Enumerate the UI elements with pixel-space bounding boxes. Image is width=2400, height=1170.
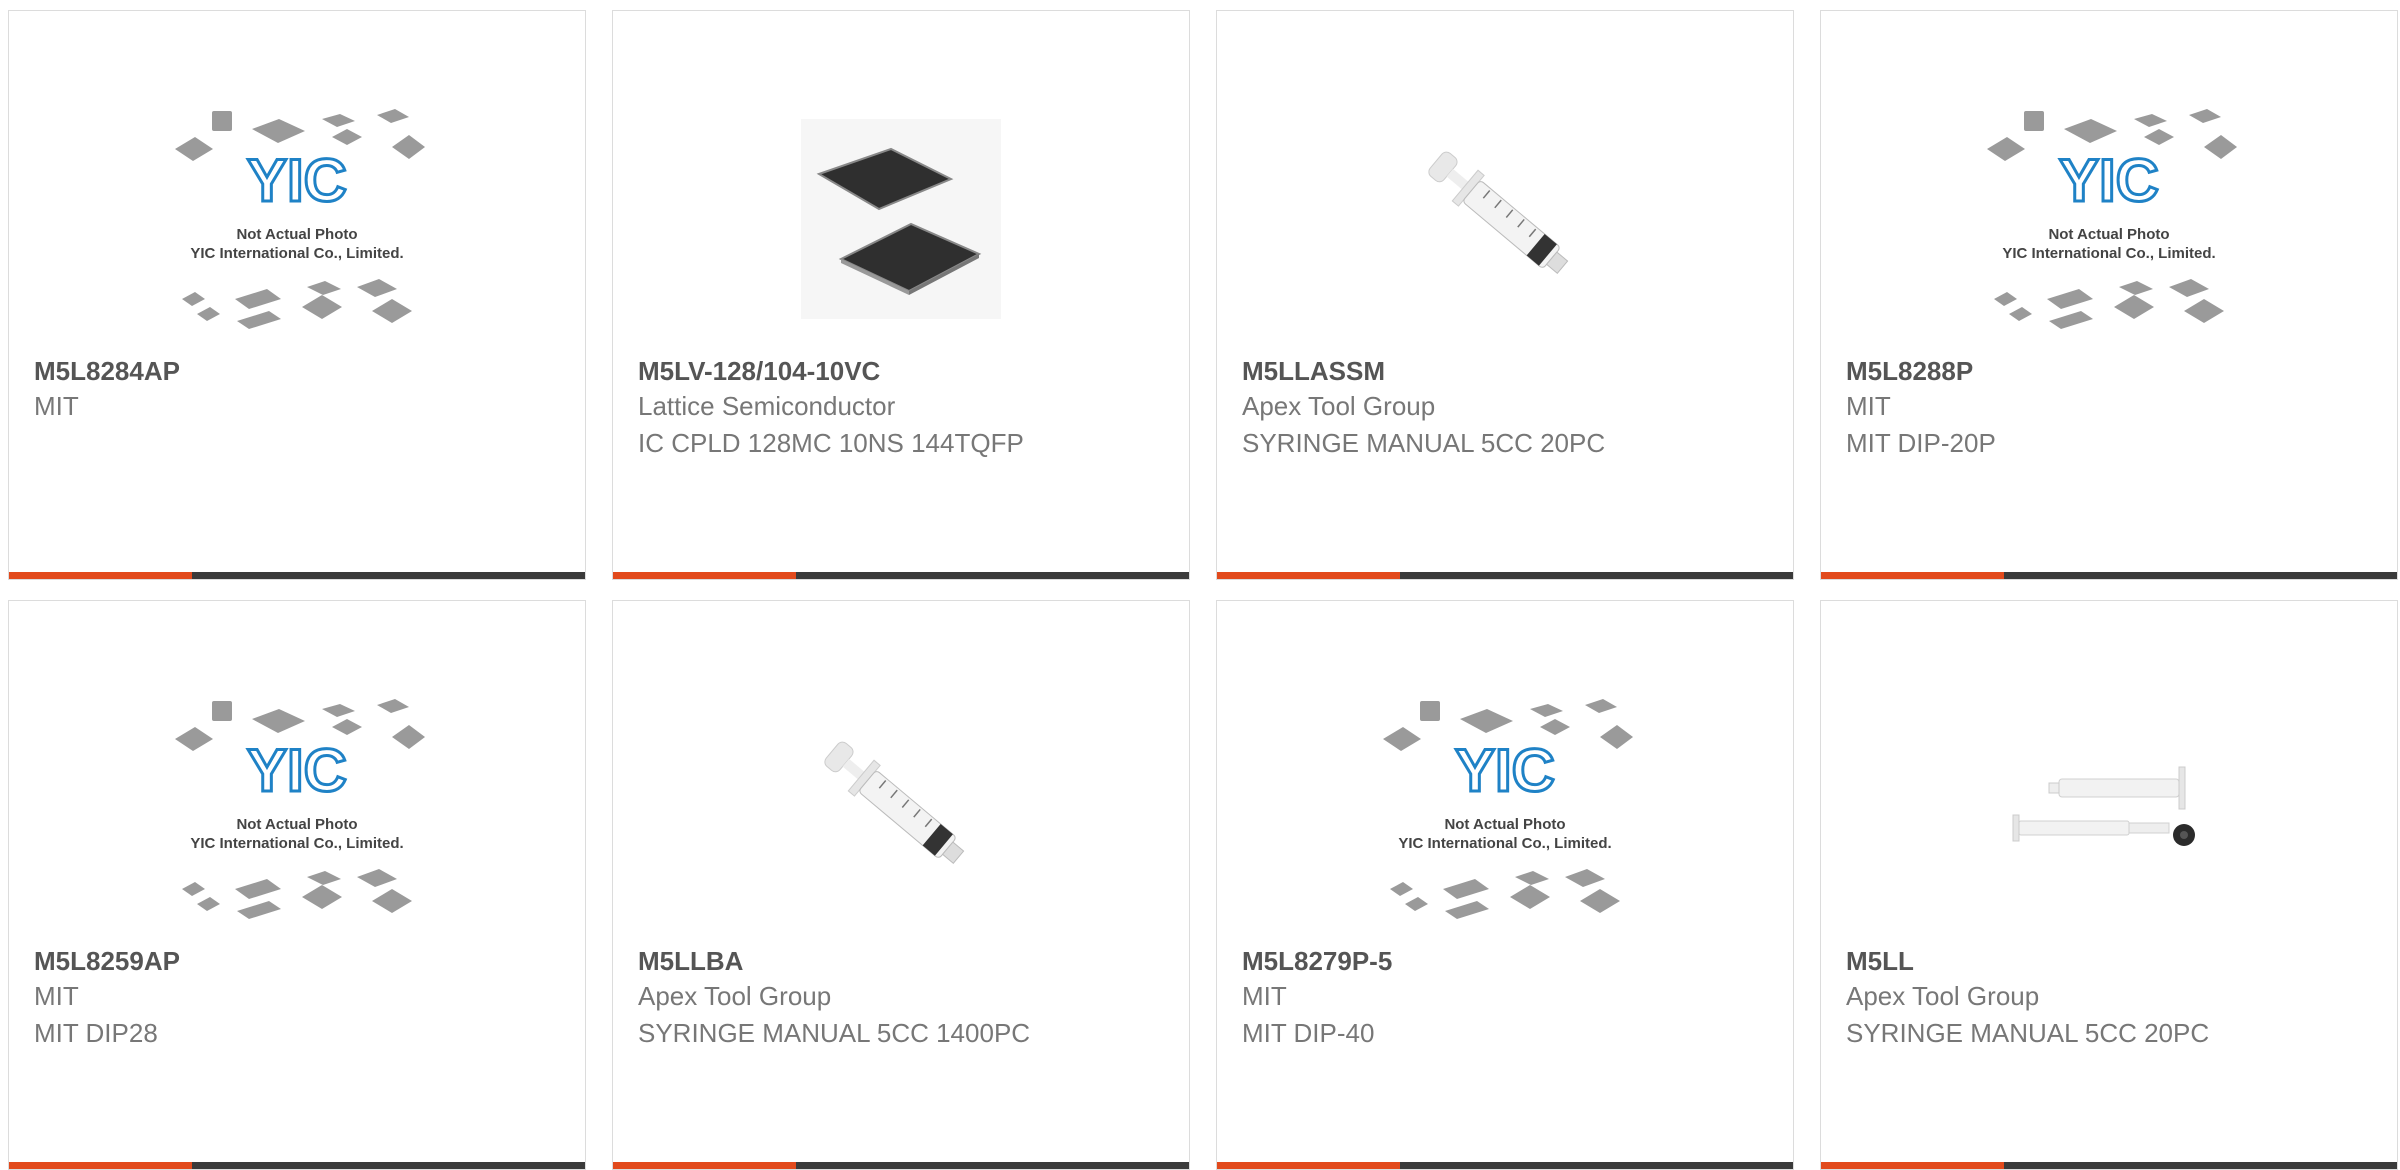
yic-placeholder-icon: YIC Not Actual Photo YIC International C… [175, 109, 425, 329]
part-number[interactable]: M5LV-128/104-10VC [638, 354, 1169, 388]
product-card[interactable]: M5LLBA Apex Tool Group SYRINGE MANUAL 5C… [612, 600, 1190, 1170]
svg-text:YIC: YIC [2059, 147, 2159, 214]
svg-text:YIC: YIC [247, 147, 347, 214]
svg-text:Not Actual Photo: Not Actual Photo [1444, 816, 1565, 833]
tqfp-chip-icon [801, 119, 1001, 319]
part-number[interactable]: M5L8284AP [34, 354, 565, 388]
yic-placeholder-icon: YIC Not Actual Photo YIC International C… [175, 699, 425, 919]
manufacturer: MIT [1242, 981, 1287, 1011]
card-accent-bar [1217, 572, 1400, 579]
manufacturer: MIT [34, 981, 79, 1011]
svg-text:Not Actual Photo: Not Actual Photo [236, 816, 357, 833]
product-grid: YIC Not Actual Photo YIC International C… [0, 0, 2400, 1170]
svg-text:Not Actual Photo: Not Actual Photo [236, 226, 357, 243]
manufacturer: Lattice Semiconductor [638, 391, 896, 421]
card-footer-bar [1217, 572, 1793, 579]
part-number[interactable]: M5L8259AP [34, 944, 565, 978]
manufacturer: MIT [34, 391, 79, 421]
card-accent-bar [9, 572, 192, 579]
card-accent-bar [613, 1162, 796, 1169]
card-accent-bar [9, 1162, 192, 1169]
card-footer-bar [613, 1162, 1189, 1169]
product-card[interactable]: YIC Not Actual Photo YIC International C… [8, 10, 586, 580]
yic-placeholder-icon: YIC Not Actual Photo YIC International C… [1383, 699, 1633, 919]
part-number[interactable]: M5L8279P-5 [1242, 944, 1773, 978]
description: MIT DIP-20P [1846, 428, 1996, 458]
product-image[interactable]: YIC Not Actual Photo YIC International C… [1885, 85, 2333, 353]
svg-text:YIC International Co., Limited: YIC International Co., Limited. [2002, 245, 2215, 262]
card-accent-bar [1217, 1162, 1400, 1169]
card-accent-bar [613, 572, 796, 579]
product-card[interactable]: M5LLASSM Apex Tool Group SYRINGE MANUAL … [1216, 10, 1794, 580]
description: IC CPLD 128MC 10NS 144TQFP [638, 428, 1024, 458]
card-accent-bar [1821, 572, 2004, 579]
card-footer-bar [1821, 572, 2397, 579]
product-image[interactable]: YIC Not Actual Photo YIC International C… [73, 85, 521, 353]
svg-text:Not Actual Photo: Not Actual Photo [2048, 226, 2169, 243]
description: MIT DIP28 [34, 1018, 158, 1048]
part-number[interactable]: M5LLBA [638, 944, 1169, 978]
product-card[interactable]: YIC Not Actual Photo YIC International C… [8, 600, 586, 1170]
product-image[interactable]: YIC Not Actual Photo YIC International C… [1281, 675, 1729, 943]
description: SYRINGE MANUAL 5CC 1400PC [638, 1018, 1031, 1048]
manufacturer: MIT [1846, 391, 1891, 421]
product-card[interactable]: YIC Not Actual Photo YIC International C… [1216, 600, 1794, 1170]
yic-placeholder-icon: YIC Not Actual Photo YIC International C… [1987, 109, 2237, 329]
product-card[interactable]: YIC Not Actual Photo YIC International C… [1820, 10, 2398, 580]
product-card[interactable]: M5LL Apex Tool Group SYRINGE MANUAL 5CC … [1820, 600, 2398, 1170]
svg-text:YIC International Co., Limited: YIC International Co., Limited. [190, 245, 403, 262]
description: MIT DIP-40 [1242, 1018, 1375, 1048]
product-image[interactable]: YIC Not Actual Photo YIC International C… [73, 675, 521, 943]
card-footer-bar [9, 1162, 585, 1169]
part-number[interactable]: M5LLASSM [1242, 354, 1773, 388]
card-footer-bar [9, 572, 585, 579]
card-footer-bar [1217, 1162, 1793, 1169]
part-number[interactable]: M5LL [1846, 944, 2377, 978]
syringe-icon [1428, 151, 1569, 275]
manufacturer: Apex Tool Group [1846, 981, 2040, 1011]
card-footer-bar [1821, 1162, 2397, 1169]
syringe-parts-icon [2012, 766, 2195, 846]
product-card[interactable]: M5LV-128/104-10VC Lattice Semiconductor … [612, 10, 1190, 580]
svg-text:YIC: YIC [247, 737, 347, 804]
product-image[interactable] [1885, 675, 2333, 943]
product-image[interactable] [1281, 85, 1729, 353]
svg-text:YIC International Co., Limited: YIC International Co., Limited. [1398, 835, 1611, 852]
manufacturer: Apex Tool Group [1242, 391, 1436, 421]
description: SYRINGE MANUAL 5CC 20PC [1846, 1018, 2210, 1048]
card-footer-bar [613, 572, 1189, 579]
part-number[interactable]: M5L8288P [1846, 354, 2377, 388]
svg-text:YIC International Co., Limited: YIC International Co., Limited. [190, 835, 403, 852]
card-accent-bar [1821, 1162, 2004, 1169]
manufacturer: Apex Tool Group [638, 981, 832, 1011]
description: SYRINGE MANUAL 5CC 20PC [1242, 428, 1606, 458]
svg-text:YIC: YIC [1455, 737, 1555, 804]
product-image[interactable] [677, 85, 1125, 353]
syringe-icon [824, 741, 965, 865]
product-image[interactable] [677, 675, 1125, 943]
